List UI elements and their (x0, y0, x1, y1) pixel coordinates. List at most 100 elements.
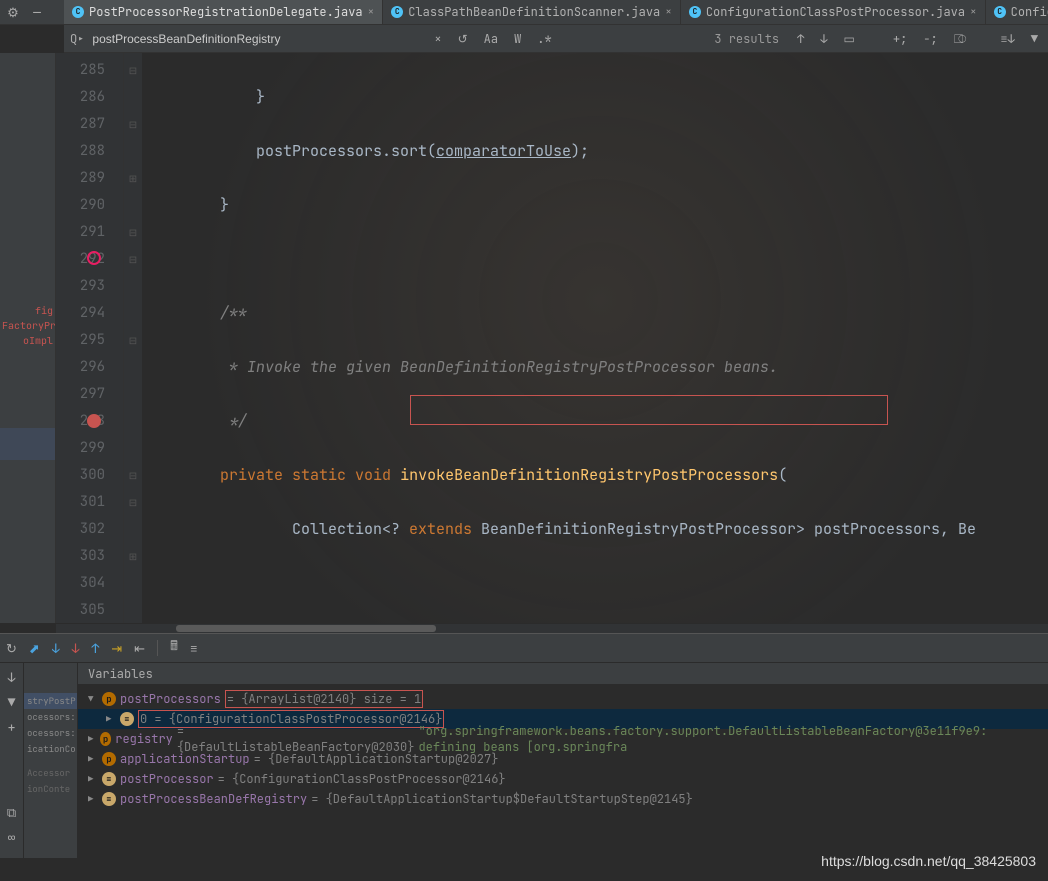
line-number: 294 (56, 300, 123, 327)
var-name: postProcessBeanDefRegistry (120, 791, 307, 807)
add-icon[interactable]: + (8, 719, 16, 736)
tab-classpath[interactable]: C ClassPathBeanDefinitionScanner.java × (383, 0, 681, 24)
expand-arrow-icon[interactable]: ▶ (88, 773, 98, 785)
tab-label: PostProcessorRegistrationDelegate.java (89, 4, 363, 20)
line-number: 299 (56, 435, 123, 462)
frame-item[interactable]: Accessor (24, 765, 77, 781)
filter-icon[interactable]: ▼ (1027, 31, 1042, 47)
settings-icon[interactable]: ⚙ (4, 4, 22, 21)
force-step-icon[interactable]: ↓ (72, 640, 80, 657)
clear-icon[interactable]: × (430, 31, 445, 47)
all-selection-icon[interactable]: ⎄ (950, 31, 971, 47)
line-number: 305 (56, 597, 123, 624)
param-badge-icon: p (102, 752, 116, 766)
select-all-icon[interactable]: ▭ (840, 31, 859, 47)
drop-frame-icon[interactable]: ⇤ (134, 640, 145, 657)
evaluate-icon[interactable]: 🖩 (170, 637, 178, 659)
layout-icon[interactable]: ≡ (190, 640, 198, 657)
minimize-icon[interactable]: — (28, 4, 46, 21)
highlight-box (410, 395, 888, 425)
editor-tabs: C PostProcessorRegistrationDelegate.java… (64, 0, 1048, 25)
tab-label: ConfigurationClassPostProcessor.java (706, 4, 965, 20)
var-node[interactable]: ▼ p postProcessors = {ArrayList@2140} si… (78, 689, 1048, 709)
tab-configutils[interactable]: C ConfigurationClassUtils.ja (986, 0, 1048, 24)
filter-icon[interactable]: ▼ (8, 694, 16, 711)
var-node[interactable]: ▶ p registry = {DefaultListableBeanFacto… (78, 729, 1048, 749)
code-line: /** (142, 300, 1048, 327)
code-line (142, 570, 1048, 597)
strip-item: fig (0, 303, 55, 318)
step-over-icon[interactable]: ⬈ (29, 640, 40, 657)
search-input[interactable] (92, 32, 422, 46)
code-line: private static void invokeBeanDefinition… (142, 462, 1048, 489)
next-icon[interactable]: ↓ (816, 31, 831, 47)
line-gutter: 285 286 287 288 289 290 291 292 293 294 … (56, 53, 124, 623)
search-results: 3 results (714, 31, 779, 47)
code-line: } (142, 84, 1048, 111)
line-number: 304 (56, 570, 123, 597)
step-into-icon[interactable]: ↓ (52, 640, 60, 657)
debug-sidebar-icons: ↓ ▼ + ⧉ ∞ (0, 663, 24, 858)
restart-icon[interactable]: ↻ (6, 640, 17, 657)
watermark: https://blog.csdn.net/qq_38425803 (821, 853, 1036, 869)
breakpoint-icon[interactable] (87, 414, 101, 428)
debug-panel: ↓ ▼ + ⧉ ∞ stryPostP ocessors: ocessors: … (0, 663, 1048, 858)
frames-strip: stryPostP ocessors: ocessors: icationCo … (24, 663, 78, 858)
expand-arrow-icon[interactable]: ▶ (88, 793, 98, 805)
var-node[interactable]: ▶ ≡ postProcessor = {ConfigurationClassP… (78, 769, 1048, 789)
step-out-icon[interactable]: ↑ (91, 640, 99, 657)
remove-selection-icon[interactable]: −; (919, 31, 941, 47)
close-icon[interactable]: × (368, 5, 375, 19)
case-icon[interactable]: Aa (480, 31, 502, 47)
var-value: = {ConfigurationClassPostProcessor@2146} (218, 771, 506, 787)
param-badge-icon: p (102, 692, 116, 706)
prev-icon[interactable]: ↑ (793, 31, 808, 47)
line-number: 300 (56, 462, 123, 489)
horizontal-scrollbar[interactable] (56, 623, 1048, 633)
link-icon[interactable]: ∞ (8, 829, 16, 846)
line-number: 298 (56, 408, 123, 435)
code-area[interactable]: } postProcessors.sort(comparatorToUse); … (142, 53, 1048, 623)
var-name: registry (115, 731, 173, 747)
expand-arrow-icon[interactable]: ▶ (88, 753, 98, 765)
object-badge-icon: ≡ (102, 772, 116, 786)
variables-header: Variables (78, 663, 1048, 685)
java-file-icon: C (72, 6, 84, 18)
var-node[interactable]: ▶ ≡ postProcessBeanDefRegistry = {Defaul… (78, 789, 1048, 809)
tab-configclass[interactable]: C ConfigurationClassPostProcessor.java × (681, 0, 986, 24)
run-to-cursor-icon[interactable]: ⇥ (111, 640, 122, 657)
down-icon[interactable]: ↓ (8, 669, 16, 686)
tab-label: ConfigurationClassUtils.ja (1011, 4, 1048, 20)
expand-arrow-icon[interactable]: ▶ (106, 713, 116, 725)
debug-toolbar: ↻ ⬈ ↓ ↓ ↑ ⇥ ⇤ 🖩 ≡ (0, 633, 1048, 663)
object-badge-icon: ≡ (102, 792, 116, 806)
expand-arrow-icon[interactable]: ▶ (88, 733, 96, 745)
frame-item[interactable]: ionConte (24, 781, 77, 797)
frame-item[interactable]: ocessors: (24, 709, 77, 725)
line-number: 302 (56, 516, 123, 543)
line-number: 291 (56, 219, 123, 246)
settings-icon[interactable]: ≡↓ (996, 31, 1018, 47)
copy-icon[interactable]: ⧉ (7, 804, 16, 821)
close-icon[interactable]: × (970, 5, 977, 19)
object-badge-icon: ≡ (120, 712, 134, 726)
regex-icon[interactable]: .* (533, 31, 555, 47)
java-file-icon: C (689, 6, 701, 18)
var-name: postProcessors (120, 691, 221, 707)
code-line: Collection<? extends BeanDefinitionRegis… (142, 516, 1048, 543)
word-icon[interactable]: W (510, 31, 525, 47)
frame-item[interactable]: icationCo (24, 741, 77, 757)
line-number: 293 (56, 273, 123, 300)
editor-area: fig FactoryPro oImpl 285 286 287 288 289… (0, 53, 1048, 623)
frame-item[interactable]: ocessors: (24, 725, 77, 741)
frame-item[interactable]: stryPostP (24, 693, 77, 709)
scrollbar-thumb[interactable] (176, 625, 436, 632)
override-icon[interactable] (87, 251, 101, 265)
close-icon[interactable]: × (665, 5, 672, 19)
history-icon[interactable]: ↺ (454, 31, 472, 47)
variables-tree[interactable]: ▼ p postProcessors = {ArrayList@2140} si… (78, 685, 1048, 858)
tab-postprocessor[interactable]: C PostProcessorRegistrationDelegate.java… (64, 0, 383, 24)
line-number: 286 (56, 84, 123, 111)
add-selection-icon[interactable]: +; (889, 31, 911, 47)
expand-arrow-icon[interactable]: ▼ (88, 693, 98, 705)
